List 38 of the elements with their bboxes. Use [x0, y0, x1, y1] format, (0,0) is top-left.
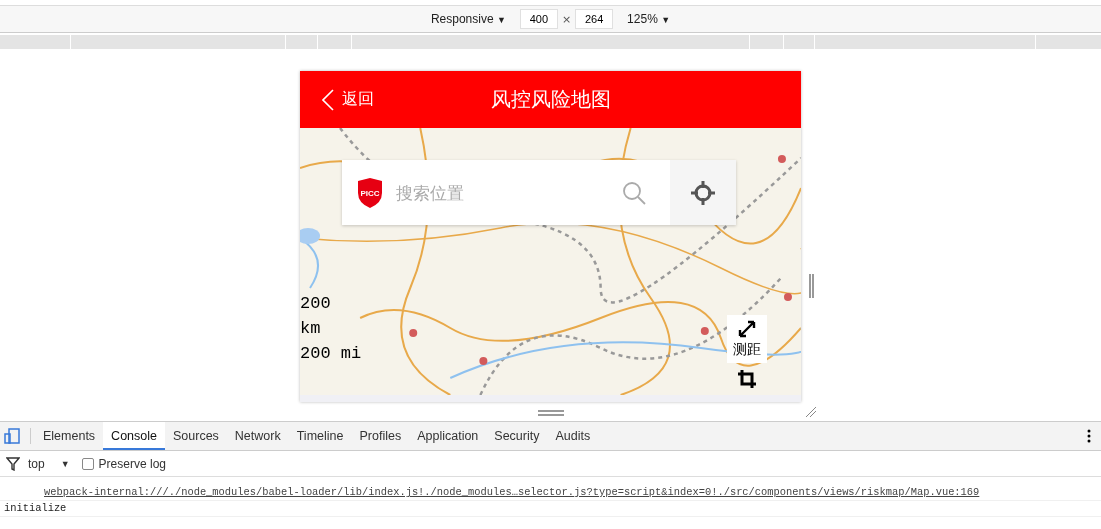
- devtools-tab[interactable]: Profiles: [351, 422, 410, 450]
- device-dropdown[interactable]: Responsive ▼: [430, 12, 506, 26]
- scale-label: 200: [300, 294, 332, 313]
- crop-icon[interactable]: [737, 369, 757, 389]
- preserve-log-checkbox[interactable]: Preserve log: [81, 456, 166, 471]
- height-field[interactable]: 264: [575, 9, 614, 29]
- search-field[interactable]: 搜索位置: [394, 181, 612, 204]
- devtools-tab[interactable]: Security: [486, 422, 548, 450]
- devtools-tab[interactable]: Timeline: [288, 422, 352, 450]
- devtools-tab[interactable]: Application: [409, 422, 487, 450]
- diagonal-arrows-icon: [737, 319, 757, 339]
- console-message: initialize: [4, 502, 67, 514]
- scale-label: 200 mi: [300, 344, 362, 363]
- shield-logo-icon: PICC: [356, 176, 384, 209]
- scale-label: km: [300, 319, 322, 338]
- devtools-tab[interactable]: Sources: [165, 422, 227, 450]
- resize-handle[interactable]: [809, 274, 814, 298]
- zoom-dropdown[interactable]: 125% ▼: [627, 12, 671, 26]
- page-title: 风控风险地图: [490, 86, 611, 113]
- devtools-tab[interactable]: Elements: [35, 422, 104, 450]
- more-icon[interactable]: [1087, 429, 1091, 443]
- device-mode-icon[interactable]: [4, 428, 20, 444]
- width-field[interactable]: 400: [519, 9, 558, 29]
- locate-button[interactable]: [670, 160, 736, 225]
- devtools-tab[interactable]: Audits: [547, 422, 599, 450]
- devtools-tab[interactable]: Network: [226, 422, 289, 450]
- devtools-tab[interactable]: Console: [103, 422, 165, 450]
- measure-button[interactable]: 测距: [727, 315, 767, 363]
- resize-corner-icon[interactable]: [805, 406, 817, 418]
- filter-icon[interactable]: [6, 456, 20, 471]
- resize-handle[interactable]: [538, 410, 564, 416]
- source-link[interactable]: webpack-internal:///./node_modules/babel-loader/lib/index.js!./node_modules…selector.js?type=script&index=0!./src/components/views/riskmap/Map.vue:169: [44, 486, 980, 498]
- context-dropdown[interactable]: top ▼: [28, 456, 70, 471]
- chevron-left-icon: [322, 88, 334, 111]
- back-button[interactable]: 返回: [300, 88, 374, 111]
- crosshair-icon: [690, 179, 716, 206]
- search-icon: [622, 180, 646, 205]
- times-sign: ×: [561, 12, 572, 26]
